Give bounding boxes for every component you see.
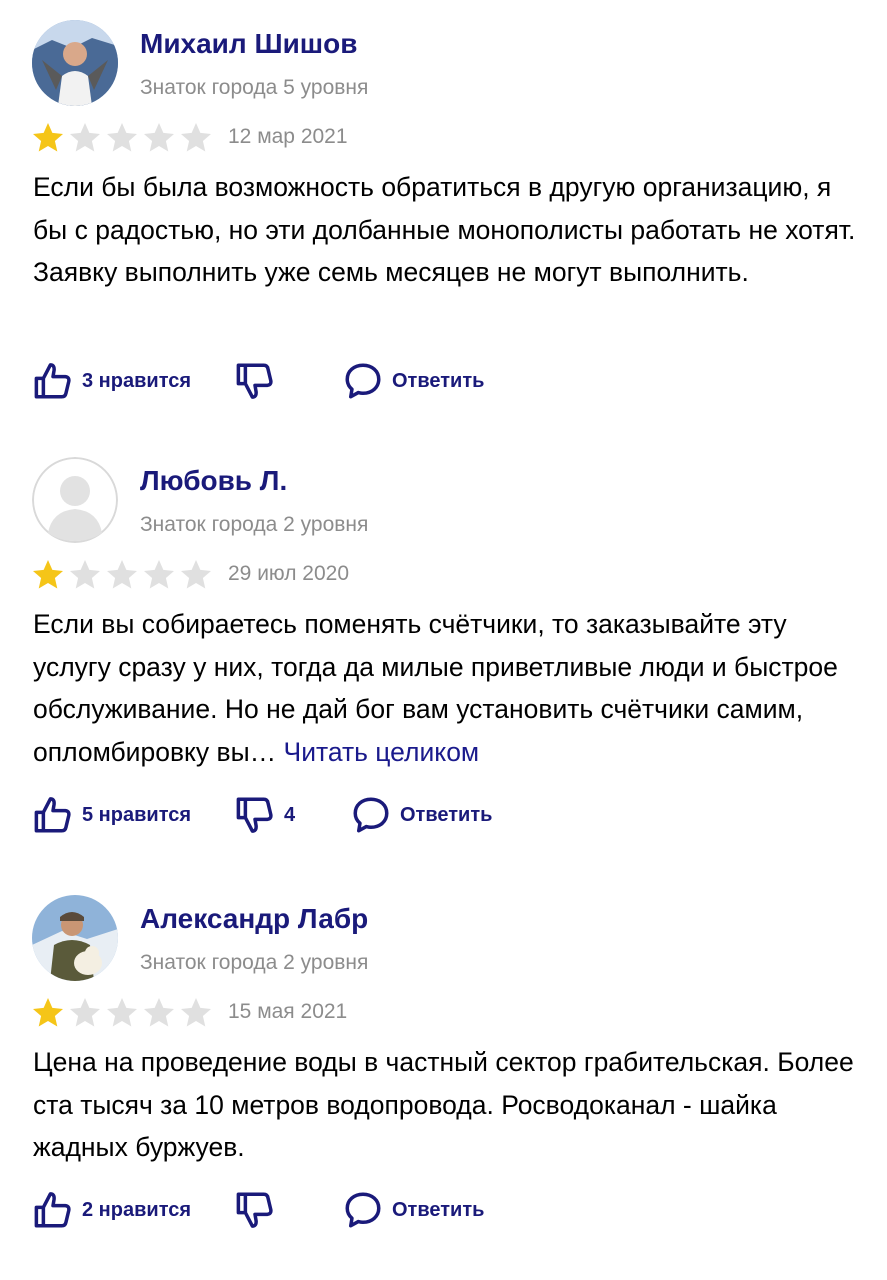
thumbs-down-icon [236, 797, 273, 833]
review-date: 12 мар 2021 [228, 125, 348, 148]
reply-button[interactable]: Ответить [342, 358, 484, 404]
like-count: 2 нравится [82, 1198, 192, 1221]
speech-bubble-icon [345, 1192, 381, 1228]
like-count: 5 нравится [82, 803, 192, 826]
review-text: Цена на проведение воды в частный сектор… [33, 1041, 863, 1169]
like-count: 3 нравится [82, 369, 192, 392]
reply-button[interactable]: Ответить [350, 792, 492, 838]
star-empty-icon [107, 123, 137, 152]
dislike-button[interactable] [234, 358, 284, 404]
dislike-button[interactable]: 4 [234, 792, 295, 838]
reply-label: Ответить [392, 1198, 485, 1221]
author-level: Знаток города 2 уровня [140, 513, 369, 536]
review-text-body: Если бы была возможность обратиться в др… [33, 172, 856, 287]
user-photo-icon [32, 895, 118, 981]
dislike-button[interactable] [234, 1187, 284, 1233]
star-empty-icon [70, 560, 100, 589]
like-button[interactable]: 3 нравится [32, 358, 191, 404]
thumbs-down-icon [236, 1192, 273, 1228]
star-empty-icon [181, 998, 211, 1027]
rating-stars [30, 995, 214, 1031]
review-date: 29 июл 2020 [228, 562, 350, 585]
author-level: Знаток города 5 уровня [140, 76, 369, 99]
speech-bubble-icon [353, 797, 389, 833]
rating-stars [30, 120, 214, 156]
star-empty-icon [70, 998, 100, 1027]
rating-stars [30, 557, 214, 593]
star-empty-icon [144, 123, 174, 152]
like-button[interactable]: 5 нравится [32, 792, 191, 838]
reply-button[interactable]: Ответить [342, 1187, 484, 1233]
star-empty-icon [181, 123, 211, 152]
star-empty-icon [144, 560, 174, 589]
author-name[interactable]: Михаил Шишов [140, 28, 357, 60]
star-filled-icon [33, 123, 63, 152]
dislike-count: 4 [284, 803, 296, 826]
thumbs-up-icon [34, 797, 71, 833]
star-empty-icon [107, 998, 137, 1027]
star-filled-icon [33, 560, 63, 589]
star-empty-icon [181, 560, 211, 589]
thumbs-up-icon [34, 363, 71, 399]
reply-label: Ответить [400, 803, 493, 826]
star-empty-icon [70, 123, 100, 152]
thumbs-up-icon [34, 1192, 71, 1228]
author-level: Знаток города 2 уровня [140, 951, 369, 974]
speech-bubble-icon [345, 363, 381, 399]
default-user-icon [32, 457, 118, 543]
author-name[interactable]: Александр Лабр [140, 903, 368, 935]
review-text-body: Цена на проведение воды в частный сектор… [33, 1047, 854, 1162]
reply-label: Ответить [392, 369, 485, 392]
star-empty-icon [107, 560, 137, 589]
review-text: Если бы была возможность обратиться в др… [33, 166, 863, 294]
read-more-link[interactable]: Читать целиком [276, 737, 480, 767]
author-avatar[interactable] [32, 895, 118, 981]
like-button[interactable]: 2 нравится [32, 1187, 191, 1233]
author-name[interactable]: Любовь Л. [140, 465, 287, 497]
star-filled-icon [33, 998, 63, 1027]
author-avatar[interactable] [32, 457, 118, 543]
user-photo-icon [32, 20, 118, 106]
review-date: 15 мая 2021 [228, 1000, 348, 1023]
thumbs-down-icon [236, 363, 273, 399]
star-empty-icon [144, 998, 174, 1027]
review-text: Если вы собираетесь поменять счётчики, т… [33, 603, 863, 773]
author-avatar[interactable] [32, 20, 118, 106]
